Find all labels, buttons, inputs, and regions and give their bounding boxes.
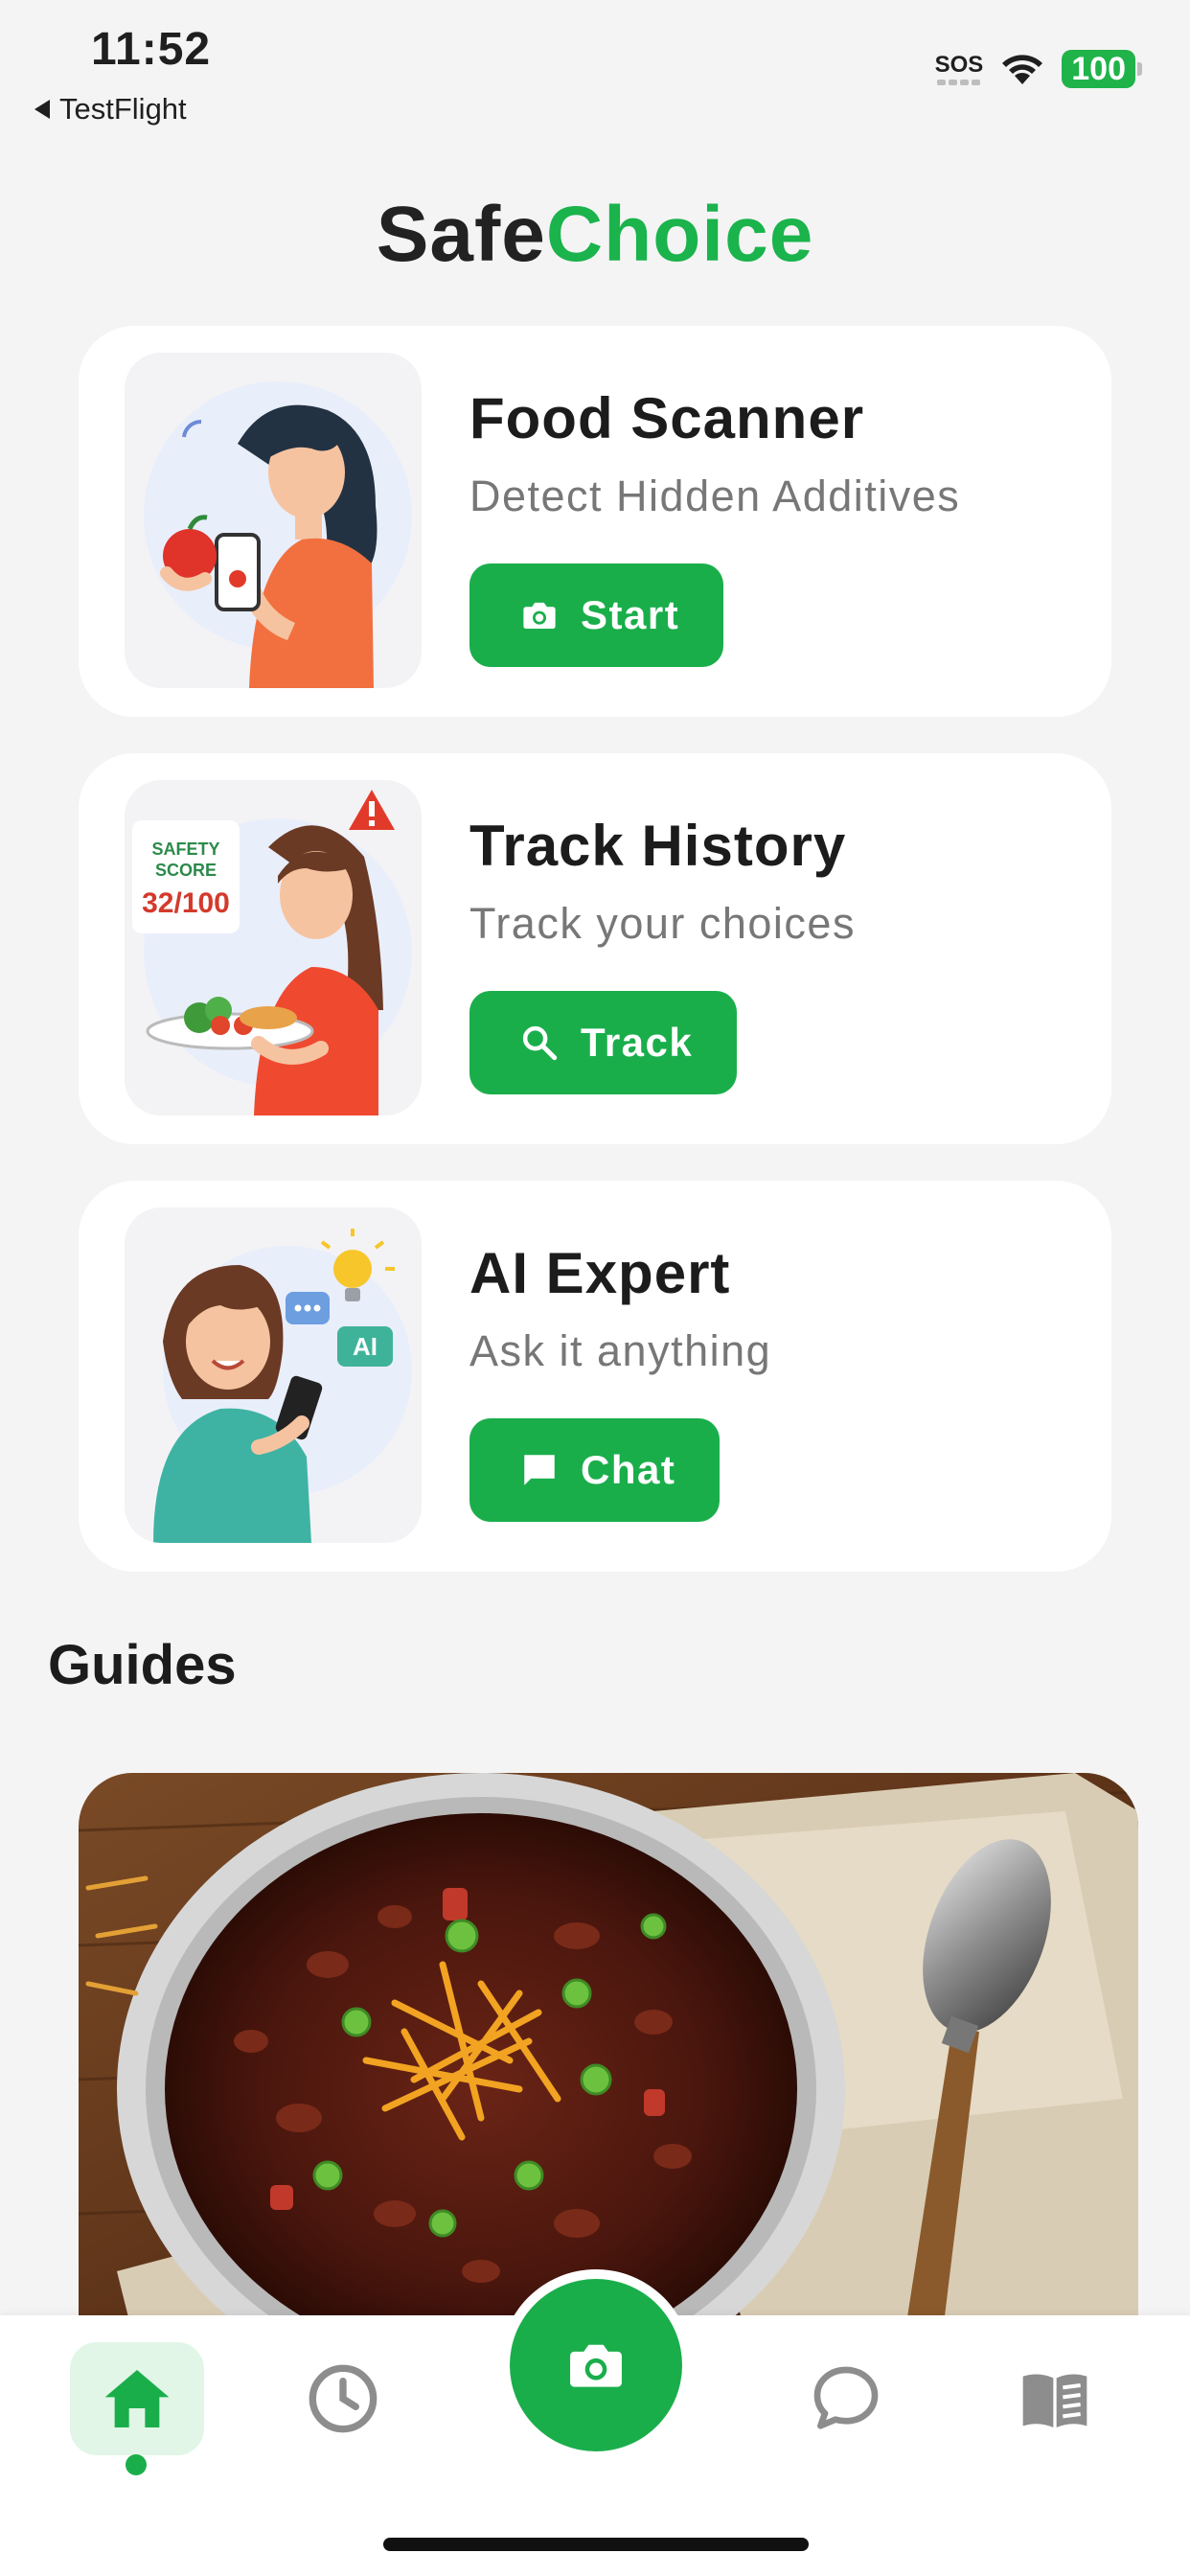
back-to-testflight[interactable]: TestFlight [34,92,187,126]
camera-icon [523,602,556,629]
start-button-label: Start [581,592,680,637]
signal-dots-icon [937,79,981,85]
track-button[interactable]: Track [469,991,738,1094]
card-subtitle: Detect Hidden Additives [469,472,961,520]
ai-expert-card[interactable]: AI AI Expert Ask it anything Chat [79,1181,1111,1572]
guides-heading: Guides [48,1634,237,1696]
card-subtitle: Ask it anything [469,1326,772,1375]
card-title: Track History [469,814,847,878]
app-title-choice: Choice [545,191,814,278]
tab-chat[interactable] [779,2342,913,2455]
home-icon [104,2370,170,2427]
food-scanner-card[interactable]: Food Scanner Detect Hidden Additives Sta… [79,326,1111,717]
active-tab-indicator [126,2454,147,2475]
battery-indicator: 100 [1062,50,1142,88]
status-bar: 11:52 TestFlight SOS 100 [0,0,1190,134]
back-label: TestFlight [59,92,187,126]
wifi-icon [1002,55,1043,84]
ai-badge-text: AI [353,1332,378,1361]
tab-history[interactable] [276,2342,410,2455]
track-history-card[interactable]: SAFETY SCORE 32/100 Track History Track … [79,753,1111,1144]
card-subtitle: Track your choices [469,899,856,948]
app-title: SafeChoice [0,190,1190,280]
safety-score-line1: SAFETY [151,840,219,859]
sos-indicator: SOS [934,51,984,85]
app-title-safe: Safe [376,191,546,278]
chat-icon [524,1455,555,1485]
sos-label: SOS [934,51,984,78]
scan-fab-ring [500,2269,692,2461]
start-button[interactable]: Start [469,564,724,667]
chat-button[interactable]: Chat [469,1418,721,1522]
ai-expert-illustration: AI [125,1208,422,1543]
chat-bubble-icon [813,2366,879,2429]
safety-score-value: 32/100 [142,887,230,919]
home-indicator [383,2538,809,2551]
battery-level: 100 [1062,50,1135,88]
search-icon [522,1025,558,1061]
back-arrow-icon [34,100,50,119]
camera-icon [570,2344,622,2387]
track-button-label: Track [581,1020,694,1065]
status-indicators: SOS 100 [935,50,1142,88]
tab-home[interactable] [70,2342,204,2455]
status-time: 11:52 [91,24,212,75]
chat-button-label: Chat [581,1447,676,1492]
tab-guides[interactable] [988,2342,1122,2455]
tab-scan[interactable] [510,2279,682,2451]
safety-score-line2: SCORE [155,861,217,880]
card-title: AI Expert [469,1241,731,1305]
guide-card-image[interactable] [79,1773,1138,2348]
book-icon [1022,2374,1087,2427]
clock-icon [309,2364,378,2433]
food-scanner-illustration [125,353,422,688]
card-title: Food Scanner [469,386,865,450]
track-history-illustration: SAFETY SCORE 32/100 [125,780,422,1116]
